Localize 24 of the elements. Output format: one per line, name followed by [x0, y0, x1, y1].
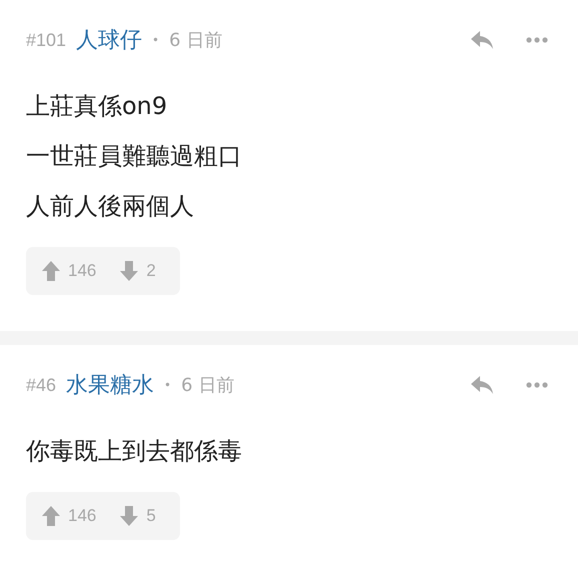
post-number: #101	[26, 30, 66, 50]
downvote-count: 5	[146, 506, 156, 526]
upvote-icon[interactable]	[42, 506, 60, 526]
downvote-icon[interactable]	[120, 261, 138, 281]
post-number: #46	[26, 374, 56, 396]
author-name[interactable]: 人球仔	[76, 25, 142, 55]
post-time: 6 日前	[181, 374, 234, 397]
more-icon[interactable]	[526, 382, 548, 388]
upvote-icon[interactable]	[42, 261, 60, 281]
comment-line: 一世莊員難聽過粗口	[26, 141, 243, 172]
downvote-count: 2	[146, 261, 156, 281]
comment-line: 你毒既上到去都係毒	[26, 436, 243, 467]
upvote-count: 146	[68, 506, 96, 526]
reply-icon[interactable]	[470, 375, 494, 395]
separator-dot: •	[152, 33, 160, 47]
more-icon[interactable]	[526, 37, 548, 43]
author-name[interactable]: 水果糖水	[66, 370, 154, 400]
reply-icon[interactable]	[470, 30, 494, 50]
separator-dot: •	[164, 378, 172, 392]
comment-line: 人前人後兩個人	[26, 191, 195, 222]
upvote-count: 146	[68, 261, 96, 281]
post-time: 6 日前	[169, 29, 222, 52]
downvote-icon[interactable]	[120, 506, 138, 526]
comment-line: 上莊真係on9	[26, 91, 168, 122]
